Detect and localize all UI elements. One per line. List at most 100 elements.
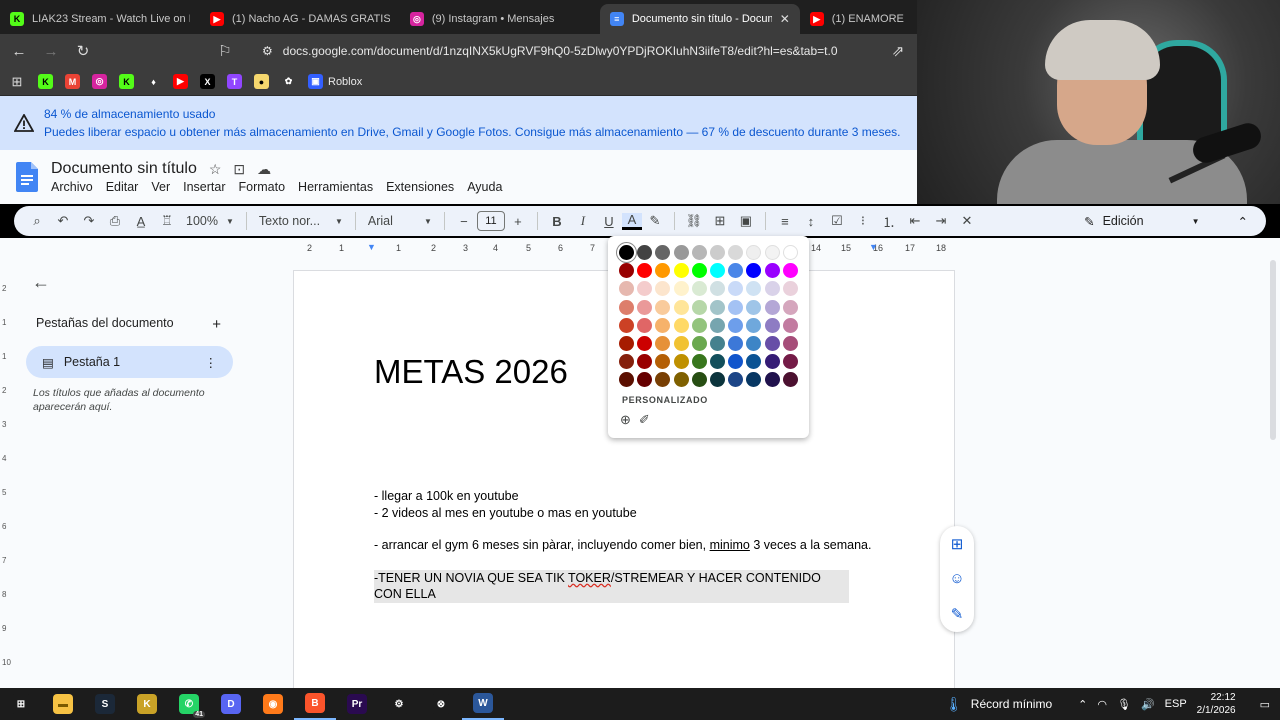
add-emoji-icon[interactable]: ☺ (949, 570, 964, 587)
color-swatch[interactable] (673, 281, 689, 297)
text-color-icon[interactable]: A (621, 212, 642, 230)
color-swatch[interactable] (709, 354, 725, 370)
ethereum-icon[interactable]: ♦ (146, 74, 161, 89)
color-swatch[interactable] (655, 317, 671, 333)
color-swatch[interactable] (673, 335, 689, 351)
share-icon[interactable]: ⇗ (889, 42, 907, 60)
color-swatch[interactable] (619, 372, 634, 388)
doc-line[interactable]: - llegar a 100k en youtube (374, 488, 871, 505)
doc-body-text[interactable]: - llegar a 100k en youtube - 2 videos al… (374, 488, 871, 603)
color-swatch[interactable] (619, 335, 634, 351)
color-swatch[interactable] (673, 245, 689, 260)
add-comment-icon[interactable]: ⊞ (707, 213, 733, 229)
color-swatch[interactable] (691, 372, 707, 388)
color-swatch[interactable] (764, 263, 780, 279)
color-swatch[interactable] (673, 317, 689, 333)
banner-text[interactable]: Puedes liberar espacio u obtener más alm… (44, 125, 900, 139)
taskbar-app[interactable]: ⚙ (378, 688, 420, 720)
apps-grid-icon[interactable]: ⊞ (8, 74, 26, 90)
color-swatch[interactable] (619, 263, 634, 279)
checklist-icon[interactable]: ☑ (824, 213, 850, 229)
color-swatch[interactable] (709, 372, 725, 388)
color-swatch[interactable] (637, 299, 653, 315)
color-swatch[interactable] (655, 263, 671, 279)
increase-indent-icon[interactable]: ⇥ (928, 213, 954, 229)
add-comment-icon[interactable]: ⊞ (951, 535, 964, 553)
indent-marker-icon[interactable]: ▼ (367, 242, 376, 252)
instagram-icon[interactable]: ◎ (92, 74, 107, 89)
hide-menus-chevron-icon[interactable]: ⌃ (1238, 214, 1248, 229)
style-select[interactable]: Texto nor... ▼ (253, 214, 349, 228)
color-swatch[interactable] (782, 317, 798, 333)
zoom-select[interactable]: 100% ▼ (180, 214, 240, 228)
color-swatch[interactable] (782, 263, 798, 279)
line-spacing-icon[interactable]: ↕ (798, 214, 824, 229)
show-hidden-icons-icon[interactable]: ⌃ (1078, 698, 1087, 711)
color-swatch[interactable] (728, 354, 744, 370)
twitch-icon[interactable]: T (227, 74, 242, 89)
color-swatch[interactable] (728, 299, 744, 315)
close-tab-icon[interactable]: ✕ (780, 12, 790, 26)
color-swatch[interactable] (782, 299, 798, 315)
color-swatch[interactable] (746, 245, 762, 260)
clock[interactable]: 22:12 2/1/2026 (1197, 691, 1236, 717)
eyedropper-icon[interactable]: ✐ (639, 412, 650, 428)
color-swatch[interactable] (655, 372, 671, 388)
color-swatch[interactable] (637, 245, 653, 260)
numbered-list-icon[interactable]: ⒈ (876, 212, 902, 231)
color-swatch[interactable] (655, 335, 671, 351)
color-swatch[interactable] (728, 263, 744, 279)
color-swatch[interactable] (673, 354, 689, 370)
italic-icon[interactable]: I (570, 213, 596, 229)
forward-icon[interactable]: → (42, 43, 60, 60)
vertical-ruler[interactable]: 2 1 1 2 3 4 5 6 7 8 9 10 (0, 268, 12, 688)
page-scrollbar-track[interactable] (1268, 238, 1280, 688)
reload-icon[interactable]: ↻ (74, 42, 92, 60)
color-swatch[interactable] (691, 263, 707, 279)
color-swatch[interactable] (764, 354, 780, 370)
color-swatch[interactable] (728, 317, 744, 333)
doc-title[interactable]: Documento sin título (51, 160, 197, 178)
notifications-icon[interactable]: ▭ (1260, 698, 1270, 711)
color-swatch[interactable] (709, 281, 725, 297)
color-swatch[interactable] (691, 317, 707, 333)
redo-icon[interactable]: ↷ (76, 213, 102, 229)
color-swatch[interactable] (673, 299, 689, 315)
color-swatch[interactable] (764, 317, 780, 333)
doc-heading[interactable]: METAS 2026 (374, 353, 568, 391)
taskbar-app[interactable]: ⊞ (0, 688, 42, 720)
color-swatch[interactable] (782, 335, 798, 351)
color-swatch[interactable] (619, 245, 634, 260)
gmail-icon[interactable]: M (65, 74, 80, 89)
taskbar-app[interactable]: S (84, 688, 126, 720)
taskbar-app[interactable]: ▬ (42, 688, 84, 720)
doc-line[interactable]: - arrancar el gym 6 meses sin pàrar, inc… (374, 537, 871, 554)
color-swatch[interactable] (619, 299, 634, 315)
x-icon[interactable]: X (200, 74, 215, 89)
color-swatch[interactable] (637, 317, 653, 333)
color-swatch[interactable] (746, 263, 762, 279)
address-bar[interactable]: ⚙ docs.google.com/document/d/1nzqINX5kUg… (262, 38, 875, 64)
taskbar-app[interactable]: ✆ 41 (168, 688, 210, 720)
menu-item[interactable]: Insertar (183, 180, 225, 194)
right-indent-marker-icon[interactable]: ▼ (869, 242, 878, 252)
color-swatch[interactable] (637, 281, 653, 297)
suggest-edits-icon[interactable]: ✎ (951, 605, 964, 623)
color-swatch[interactable] (728, 281, 744, 297)
menu-item[interactable]: Editar (106, 180, 139, 194)
color-swatch[interactable] (673, 372, 689, 388)
color-swatch[interactable] (673, 263, 689, 279)
menu-item[interactable]: Extensiones (386, 180, 454, 194)
color-swatch[interactable] (746, 372, 762, 388)
align-icon[interactable]: ≡ (772, 214, 798, 229)
language-indicator[interactable]: ESP (1165, 698, 1187, 710)
color-swatch[interactable] (746, 299, 762, 315)
kick-icon[interactable]: K (119, 74, 134, 89)
selected-line[interactable]: -TENER UN NOVIA QUE SEA TIK TOKER/STREME… (374, 569, 849, 603)
add-custom-color-icon[interactable]: ⊕ (620, 412, 631, 428)
print-icon[interactable]: ⎙ (102, 213, 128, 229)
color-swatch[interactable] (691, 335, 707, 351)
increase-font-size-icon[interactable]: + (505, 214, 531, 229)
color-swatch[interactable] (764, 299, 780, 315)
page-scrollbar-thumb[interactable] (1270, 260, 1276, 440)
